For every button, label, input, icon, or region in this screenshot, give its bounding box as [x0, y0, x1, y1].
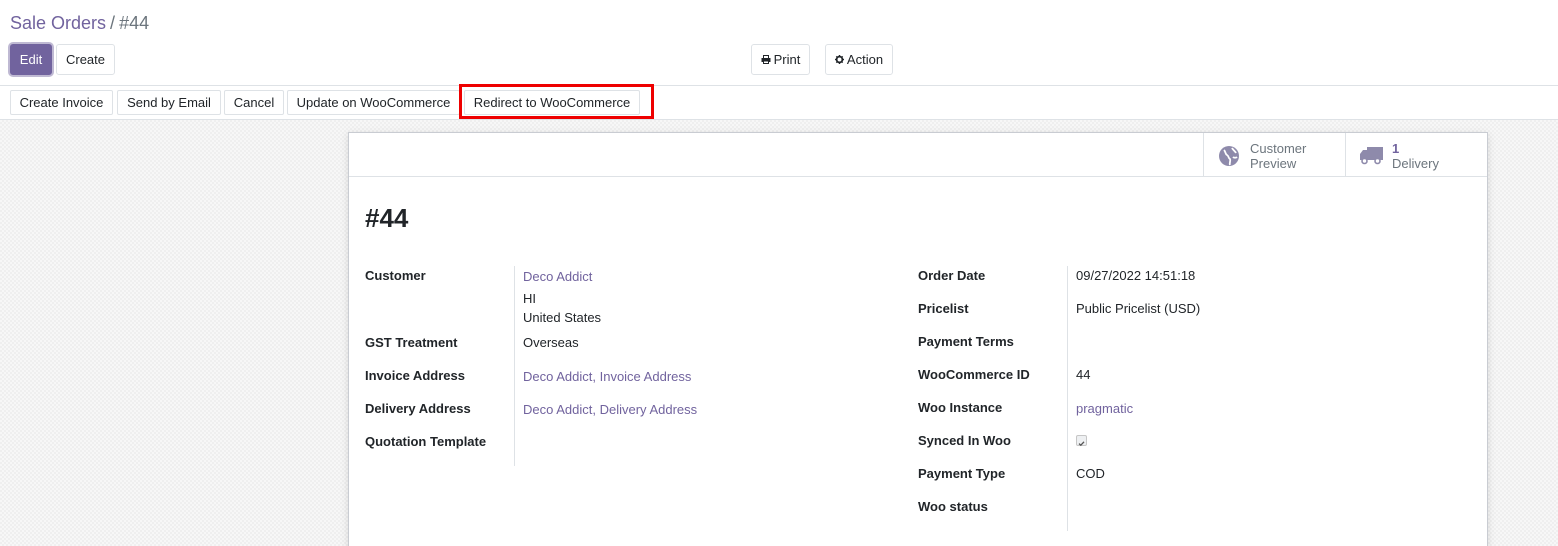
- payment-terms-label: Payment Terms: [918, 334, 1014, 349]
- invoice-address-link[interactable]: Deco Addict, Invoice Address: [523, 369, 691, 385]
- update-on-woocommerce-button[interactable]: Update on WooCommerce: [287, 90, 460, 115]
- synced-in-woo-label: Synced In Woo: [918, 433, 1011, 448]
- invoice-address-label: Invoice Address: [365, 368, 465, 383]
- redirect-to-woocommerce-button[interactable]: Redirect to WooCommerce: [464, 90, 640, 115]
- customer-preview-button[interactable]: Customer Preview: [1203, 133, 1345, 177]
- gst-treatment-label: GST Treatment: [365, 335, 458, 350]
- statusbar: Create Invoice Send by Email Cancel Upda…: [0, 86, 1558, 120]
- left-group-divider: [514, 266, 515, 466]
- print-button[interactable]: Print: [751, 44, 810, 75]
- truck-icon: [1360, 145, 1384, 167]
- smart-button-box: Customer Preview 1 Delivery: [349, 133, 1487, 177]
- print-label: Print: [773, 52, 801, 67]
- woocommerce-id-label: WooCommerce ID: [918, 367, 1030, 382]
- edit-button[interactable]: Edit: [10, 44, 52, 75]
- create-invoice-button[interactable]: Create Invoice: [10, 90, 113, 115]
- control-panel: Sale Orders / #44 Edit Create Print Action: [0, 0, 1558, 86]
- customer-preview-line1: Customer: [1250, 141, 1307, 156]
- breadcrumb-current: #44: [119, 13, 150, 33]
- right-group-divider: [1067, 266, 1068, 531]
- delivery-count: 1: [1392, 141, 1400, 156]
- pricelist-value: Public Pricelist (USD): [1076, 301, 1201, 316]
- delivery-button[interactable]: 1 Delivery: [1345, 133, 1487, 177]
- checkmark-icon: [1078, 441, 1085, 447]
- woo-status-label: Woo status: [918, 499, 988, 514]
- breadcrumb-separator: /: [110, 13, 116, 33]
- order-date-label: Order Date: [918, 268, 986, 283]
- breadcrumb: Sale Orders / #44: [10, 11, 149, 35]
- payment-type-value: COD: [1076, 466, 1105, 481]
- breadcrumb-sale-orders-link[interactable]: Sale Orders: [10, 13, 106, 33]
- send-by-email-button[interactable]: Send by Email: [117, 90, 221, 115]
- gst-treatment-value: Overseas: [523, 335, 579, 350]
- gear-icon: [834, 47, 844, 76]
- pricelist-label: Pricelist: [918, 301, 969, 316]
- cancel-button[interactable]: Cancel: [224, 90, 284, 115]
- customer-address-line2: United States: [523, 310, 602, 325]
- delivery-address-label: Delivery Address: [365, 401, 471, 416]
- printer-icon: [761, 47, 771, 76]
- form-sheet: Customer Preview 1 Delivery #44 Customer…: [348, 132, 1488, 546]
- customer-label: Customer: [365, 268, 426, 283]
- action-label: Action: [846, 52, 884, 67]
- create-button[interactable]: Create: [56, 44, 115, 75]
- delivery-label: Delivery: [1392, 156, 1439, 171]
- synced-in-woo-checkbox[interactable]: [1076, 435, 1087, 447]
- customer-preview-line2: Preview: [1250, 156, 1297, 171]
- globe-icon: [1218, 145, 1242, 167]
- payment-type-label: Payment Type: [918, 466, 1006, 481]
- woo-instance-label: Woo Instance: [918, 400, 1003, 415]
- delivery-address-link[interactable]: Deco Addict, Delivery Address: [523, 402, 697, 418]
- customer-address-line1: HI: [523, 291, 536, 306]
- customer-link[interactable]: Deco Addict: [523, 269, 592, 285]
- record-title: #44: [365, 203, 409, 233]
- woocommerce-id-value: 44: [1076, 367, 1091, 382]
- woo-instance-link[interactable]: pragmatic: [1076, 401, 1133, 417]
- order-date-value: 09/27/2022 14:51:18: [1076, 268, 1196, 283]
- quotation-template-label: Quotation Template: [365, 434, 487, 449]
- action-button[interactable]: Action: [825, 44, 893, 75]
